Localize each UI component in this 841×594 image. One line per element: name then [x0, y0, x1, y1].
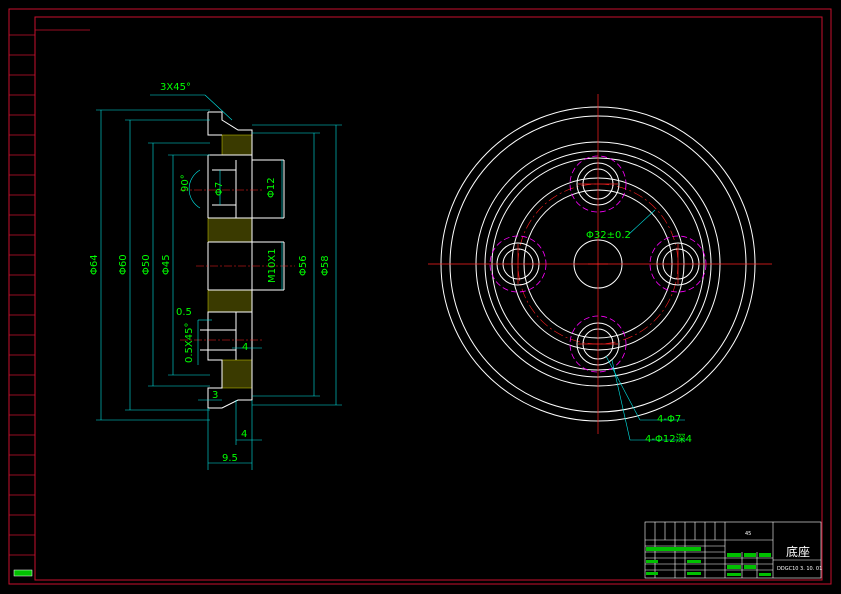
label-dia-12: Φ12 — [266, 177, 277, 198]
label-dia-56: Φ56 — [298, 255, 309, 276]
label-dim-3: 3 — [212, 390, 218, 401]
section-view: 3X45° 90° Φ64 Φ60 Φ50 Φ45 Φ7 Φ12 M10X1 Φ… — [89, 82, 342, 470]
label-dia-64: Φ64 — [89, 254, 100, 275]
title-drawing-number: DDGC10 3. 10. 01 — [777, 566, 822, 572]
label-dia-7: Φ7 — [214, 182, 225, 196]
drawing-frame — [8, 8, 832, 585]
label-dim-4-b: 4 — [241, 429, 247, 440]
label-dia-58: Φ58 — [320, 255, 331, 276]
label-dim-0-5: 0.5 — [176, 307, 192, 318]
label-dia-45: Φ45 — [161, 254, 172, 275]
drawing-canvas: 3X45° 90° Φ64 Φ60 Φ50 Φ45 Φ7 Φ12 M10X1 Φ… — [8, 8, 832, 585]
label-dim-9-5: 9.5 — [222, 453, 238, 464]
label-dim-4-a: 4 — [242, 342, 248, 353]
front-view: Φ32±0.2 4-Φ7 4-Φ12深4 — [428, 94, 772, 445]
section-dimensions — [96, 94, 342, 470]
margin-ticks — [9, 29, 90, 556]
label-dia-50: Φ50 — [141, 254, 152, 275]
label-angle-90: 90° — [180, 174, 191, 192]
label-holes-d12: 4-Φ12深4 — [645, 433, 692, 445]
label-dia-60: Φ60 — [118, 254, 129, 275]
front-centerlines — [428, 94, 772, 434]
title-block: 45 底座 DDGC10 3. 10. 01 — [644, 521, 822, 579]
title-part-name: 底座 — [786, 544, 810, 559]
label-chamfer-3x45: 3X45° — [160, 82, 191, 93]
label-pcd-32: Φ32±0.2 — [586, 230, 631, 241]
label-holes-d7: 4-Φ7 — [657, 414, 681, 425]
label-thread-m10: M10X1 — [267, 248, 278, 283]
label-chamfer-0-5x45: 0.5X45° — [184, 323, 195, 363]
title-material: 45 — [745, 531, 751, 537]
status-indicator — [13, 569, 33, 577]
